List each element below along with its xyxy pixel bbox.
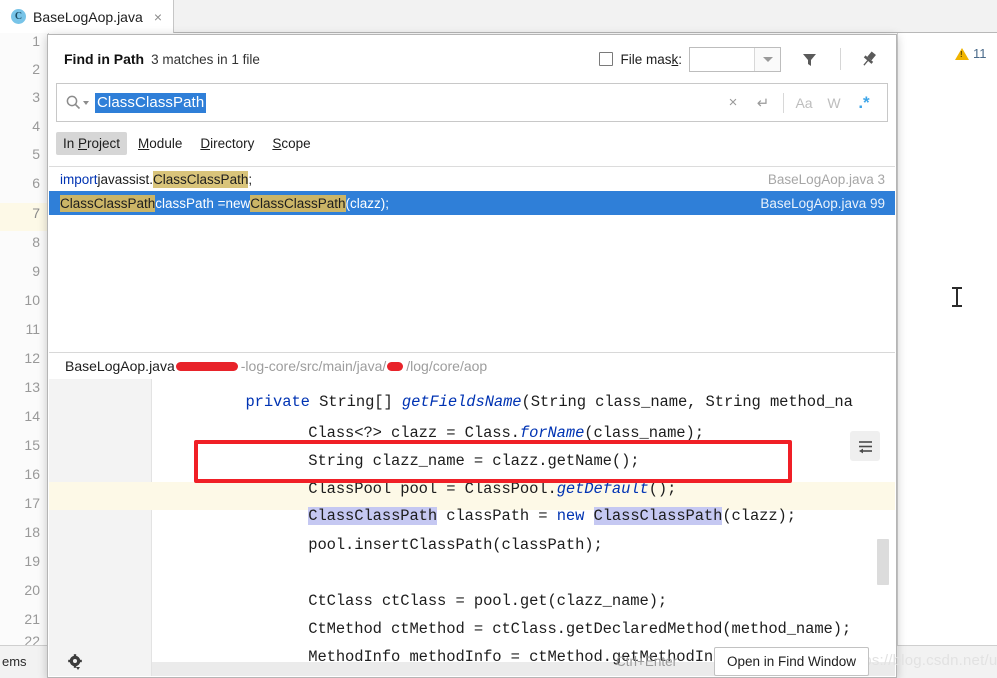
close-icon[interactable]: × xyxy=(153,10,163,24)
screen: C BaseLogAop.java × 1 2 3 4 5 6 7 8 9 10… xyxy=(0,0,997,678)
gutter-line-number: 8 xyxy=(32,234,40,250)
gutter-line-number: 3 xyxy=(32,89,40,105)
soft-wrap-icon[interactable] xyxy=(850,431,880,461)
gutter-line-number: 17 xyxy=(24,495,40,511)
result-location: BaseLogAop.java 99 xyxy=(760,195,885,211)
redaction-mark xyxy=(175,361,238,371)
gutter-line-number: 11 xyxy=(25,321,40,337)
gutter-line-number: 1 xyxy=(32,33,40,49)
pin-icon[interactable] xyxy=(854,44,884,74)
gutter-line-number: 10 xyxy=(24,292,40,308)
preview-path-segment-b: /log/core/aop xyxy=(406,358,488,374)
file-mask-label: File mask: xyxy=(620,51,682,67)
insert-newline-icon[interactable]: ↵ xyxy=(748,88,778,118)
filter-icon[interactable] xyxy=(794,44,824,74)
scope-tab-directory[interactable]: Directory xyxy=(193,132,261,155)
search-actions: × ↵ Aa W .* xyxy=(718,88,879,118)
gutter-line-number: 9 xyxy=(32,263,40,279)
gutter-line-number: 21 xyxy=(24,611,40,627)
find-match-count: 3 matches in 1 file xyxy=(151,51,260,67)
gutter-line-number: 2 xyxy=(32,61,40,77)
search-icon[interactable] xyxy=(65,94,89,111)
editor-right-strip xyxy=(897,33,997,645)
search-input-row[interactable]: ClassClassPath × ↵ Aa W .* xyxy=(56,83,888,122)
preview-scrollbar-thumb[interactable] xyxy=(877,539,889,585)
preview-file-name: BaseLogAop.java xyxy=(65,358,175,374)
file-mask-group: File mask: xyxy=(599,44,884,74)
status-bar-left-label[interactable]: ems xyxy=(2,654,27,669)
gutter-line-number: 5 xyxy=(32,146,40,162)
gutter-line-number: 18 xyxy=(24,524,40,540)
gutter-line-number: 20 xyxy=(24,582,40,598)
text-cursor-icon xyxy=(952,287,962,307)
regex-toggle[interactable]: .* xyxy=(849,88,879,118)
gutter-line-number: 4 xyxy=(32,118,40,134)
java-class-icon: C xyxy=(11,9,26,24)
file-mask-checkbox[interactable] xyxy=(599,52,614,66)
search-result-row[interactable]: import javassist. ClassClassPath; BaseLog… xyxy=(49,167,895,191)
editor-tabbar: C BaseLogAop.java × xyxy=(0,0,997,33)
gutter-line-number: 6 xyxy=(32,175,40,191)
editor-line-number-gutter: 1 2 3 4 5 6 7 8 9 10 11 12 13 14 15 16 1… xyxy=(0,33,49,649)
scope-tab-scope[interactable]: Scope xyxy=(265,132,317,155)
editor-tab-baselogaop[interactable]: C BaseLogAop.java × xyxy=(0,0,174,33)
gutter-line-number: 12 xyxy=(24,350,40,366)
chevron-down-icon[interactable] xyxy=(754,47,780,71)
file-mask-input[interactable] xyxy=(690,48,754,71)
code-preview[interactable]: 95 96 97 98 99 100 101 102 103 104 105 p… xyxy=(49,379,895,676)
scope-tab-module[interactable]: Module xyxy=(131,132,189,155)
warning-count: 11 xyxy=(973,46,987,61)
gutter-line-number: 13 xyxy=(24,379,40,395)
inspection-warning-indicator[interactable]: 11 xyxy=(955,46,987,61)
open-in-find-window-button[interactable]: Open in Find Window xyxy=(714,647,869,676)
gutter-line-number-current: 7 xyxy=(32,205,40,221)
shortcut-hint: Ctrl+Enter xyxy=(616,654,678,669)
search-results-list[interactable]: import javassist. ClassClassPath; BaseLog… xyxy=(49,166,895,352)
preview-path-segment-a: -log-core/src/main/java/ xyxy=(240,358,387,374)
editor-tab-label: BaseLogAop.java xyxy=(33,8,143,25)
gear-icon[interactable] xyxy=(66,653,84,671)
search-input[interactable]: ClassClassPath xyxy=(95,92,207,113)
result-code-text: import javassist. ClassClassPath; xyxy=(60,170,253,188)
gutter-line-number: 14 xyxy=(24,408,40,424)
actions-divider xyxy=(783,92,784,113)
search-result-row-selected[interactable]: ClassClassPath classPath = new ClassClas… xyxy=(49,191,895,215)
file-mask-combobox[interactable] xyxy=(689,46,781,72)
gutter-line-number: 15 xyxy=(24,437,40,453)
find-dialog-header: Find in Path 3 matches in 1 file File ma… xyxy=(48,35,896,83)
match-case-toggle[interactable]: Aa xyxy=(789,88,819,118)
scope-tab-in-project[interactable]: In Project xyxy=(56,131,128,155)
clear-search-icon[interactable]: × xyxy=(718,88,748,118)
preview-gutter-highlight xyxy=(49,482,152,510)
result-location: BaseLogAop.java 3 xyxy=(767,171,885,187)
find-dialog-title: Find in Path xyxy=(64,51,145,67)
result-code-text: ClassClassPath classPath = new ClassClas… xyxy=(60,194,390,212)
scope-tabs: In Project Module Directory Scope xyxy=(48,125,896,161)
warning-triangle-icon xyxy=(955,47,969,60)
gutter-line-number: 16 xyxy=(24,466,40,482)
header-divider xyxy=(840,48,841,70)
preview-file-path: BaseLogAop.java -log-core/src/main/java/… xyxy=(49,352,895,379)
redaction-mark xyxy=(387,361,404,371)
find-in-path-dialog: Find in Path 3 matches in 1 file File ma… xyxy=(47,34,897,678)
whole-words-toggle[interactable]: W xyxy=(819,88,849,118)
gutter-line-number: 19 xyxy=(24,553,40,569)
